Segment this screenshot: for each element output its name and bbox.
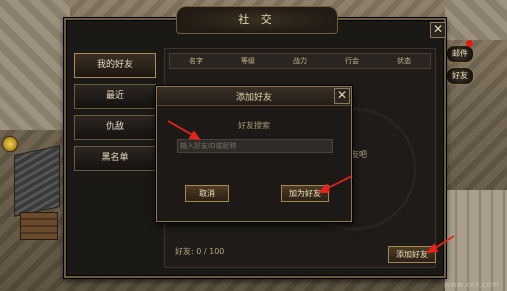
dialog-title: 添加好友 bbox=[235, 93, 272, 103]
watermark: www.xxx.com bbox=[443, 280, 499, 289]
ground-tile bbox=[0, 0, 70, 130]
tab-blacklist[interactable]: 黑名单 bbox=[74, 146, 156, 171]
building-roof bbox=[14, 145, 60, 217]
column-level: 等级 bbox=[241, 57, 255, 65]
friend-search-input[interactable] bbox=[177, 139, 333, 153]
friend-shortcut-button[interactable]: 好友 bbox=[446, 67, 474, 85]
tab-label: 仇敌 bbox=[105, 122, 124, 132]
tab-recent[interactable]: 最近 bbox=[74, 84, 156, 109]
friend-search-label: 好友搜索 bbox=[238, 121, 270, 130]
cancel-button[interactable]: 取消 bbox=[185, 185, 229, 202]
add-friend-dialog: 添加好友 ✕ 好友搜索 取消 加为好友 bbox=[156, 86, 352, 222]
dialog-header: 添加好友 bbox=[157, 87, 351, 106]
window-close-button[interactable]: ✕ bbox=[430, 22, 446, 38]
column-power: 战力 bbox=[293, 57, 307, 65]
window-title: 社 交 bbox=[238, 13, 276, 26]
add-friend-label: 添加好友 bbox=[396, 250, 428, 259]
confirm-label: 加为好友 bbox=[289, 189, 321, 198]
tab-enemies[interactable]: 仇敌 bbox=[74, 115, 156, 140]
tab-my-friends[interactable]: 我的好友 bbox=[74, 53, 156, 78]
column-status: 状态 bbox=[397, 57, 411, 65]
table-header: 名字 等级 战力 行会 状态 bbox=[169, 53, 431, 69]
window-header: 社 交 bbox=[176, 6, 338, 34]
add-friend-button[interactable]: 添加好友 bbox=[388, 246, 436, 263]
mail-button[interactable]: 邮件 bbox=[446, 45, 474, 63]
ground-tile bbox=[445, 0, 507, 40]
tab-label: 最近 bbox=[105, 91, 124, 101]
wooden-crate bbox=[20, 212, 58, 240]
close-icon: ✕ bbox=[336, 88, 348, 102]
gold-coin-icon[interactable] bbox=[2, 136, 18, 152]
dialog-close-button[interactable]: ✕ bbox=[334, 88, 350, 104]
friend-shortcut-label: 好友 bbox=[452, 71, 468, 80]
column-name: 名字 bbox=[189, 57, 203, 65]
empty-list-hint: 友吧 bbox=[351, 150, 367, 159]
tab-label: 黑名单 bbox=[101, 153, 129, 163]
tab-label: 我的好友 bbox=[96, 60, 133, 70]
cancel-label: 取消 bbox=[199, 189, 215, 198]
friend-count: 好友: 0 / 100 bbox=[175, 247, 225, 256]
notification-dot bbox=[466, 40, 473, 47]
column-guild: 行会 bbox=[345, 57, 359, 65]
stone-wall bbox=[445, 190, 507, 291]
mail-label: 邮件 bbox=[452, 49, 468, 58]
close-icon: ✕ bbox=[432, 22, 444, 36]
confirm-add-friend-button[interactable]: 加为好友 bbox=[281, 185, 329, 202]
